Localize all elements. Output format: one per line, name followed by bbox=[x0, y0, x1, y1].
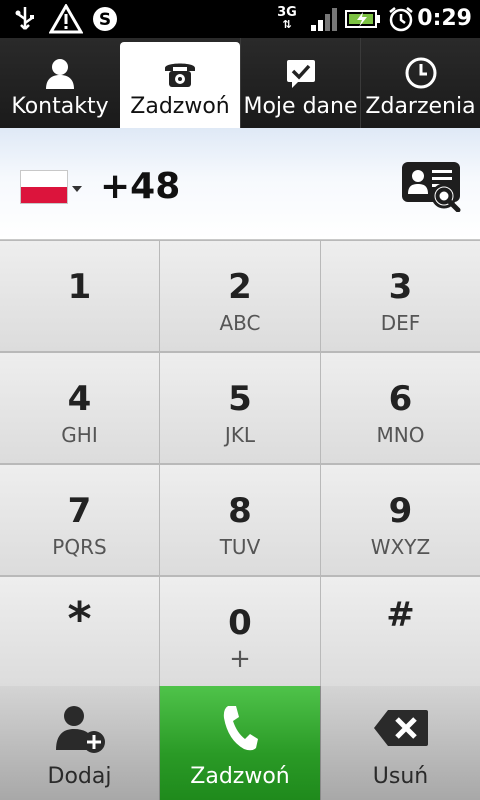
key-3[interactable]: 3 DEF bbox=[321, 241, 480, 351]
key-letters: MNO bbox=[376, 423, 425, 447]
tab-moje-dane[interactable]: Moje dane bbox=[240, 38, 360, 128]
tab-zadzwon[interactable]: Zadzwoń bbox=[120, 42, 240, 128]
key-digit: 3 bbox=[388, 267, 413, 307]
poland-flag-icon[interactable] bbox=[20, 170, 68, 204]
key-digit: * bbox=[67, 592, 92, 646]
key-star[interactable]: * bbox=[0, 577, 159, 687]
tab-label: Zdarzenia bbox=[365, 94, 476, 119]
key-letters: ABC bbox=[219, 311, 261, 335]
action-bar: Dodaj Zadzwoń Usuń bbox=[0, 686, 480, 800]
key-digit: 8 bbox=[228, 491, 252, 531]
battery-charging-icon bbox=[344, 4, 382, 34]
contact-search-icon[interactable] bbox=[400, 160, 464, 213]
key-0[interactable]: 0 + bbox=[160, 577, 320, 687]
phone-number-field[interactable]: +48 bbox=[100, 166, 180, 207]
key-8[interactable]: 8 TUV bbox=[160, 465, 320, 575]
skype-icon: S bbox=[90, 4, 120, 34]
delete-label: Usuń bbox=[372, 764, 429, 789]
tab-label: Kontakty bbox=[11, 94, 109, 119]
key-2[interactable]: 2 ABC bbox=[160, 241, 320, 351]
alarm-icon bbox=[386, 4, 416, 34]
call-label: Zadzwoń bbox=[190, 764, 290, 789]
key-digit: 0 bbox=[228, 603, 252, 643]
key-digit: 1 bbox=[67, 267, 92, 307]
phone-icon bbox=[163, 56, 197, 90]
status-bar: S 3G ⇅ 0:29 bbox=[0, 0, 480, 38]
network-type: 3G ⇅ bbox=[277, 5, 297, 31]
tab-label: Moje dane bbox=[243, 94, 358, 119]
key-hash[interactable]: # bbox=[321, 577, 480, 687]
backspace-icon bbox=[372, 702, 430, 754]
add-contact-label: Dodaj bbox=[47, 764, 112, 789]
key-letters: DEF bbox=[380, 311, 421, 335]
tab-zdarzenia[interactable]: Zdarzenia bbox=[360, 38, 480, 128]
key-1[interactable]: 1 bbox=[0, 241, 159, 351]
svg-text:S: S bbox=[99, 10, 111, 30]
key-6[interactable]: 6 MNO bbox=[321, 353, 480, 463]
key-letters: JKL bbox=[224, 423, 256, 447]
chevron-down-icon[interactable] bbox=[72, 186, 82, 192]
key-digit: 5 bbox=[228, 379, 252, 419]
dial-keypad: 1 2 ABC 3 DEF 4 GHI 5 JKL 6 MNO 7 PQRS 8… bbox=[0, 240, 480, 687]
phone-handset-icon bbox=[220, 702, 260, 754]
add-contact-button[interactable]: Dodaj bbox=[0, 686, 160, 800]
key-digit: 6 bbox=[388, 379, 413, 419]
key-digit: 7 bbox=[67, 491, 92, 531]
key-digit: # bbox=[386, 595, 415, 635]
warning-icon bbox=[48, 4, 84, 34]
key-5[interactable]: 5 JKL bbox=[160, 353, 320, 463]
number-display: +48 bbox=[0, 128, 480, 240]
key-9[interactable]: 9 WXYZ bbox=[321, 465, 480, 575]
key-7[interactable]: 7 PQRS bbox=[0, 465, 159, 575]
delete-button[interactable]: Usuń bbox=[320, 686, 480, 800]
key-letters: GHI bbox=[61, 423, 98, 447]
call-button[interactable]: Zadzwoń bbox=[160, 686, 320, 800]
key-4[interactable]: 4 GHI bbox=[0, 353, 159, 463]
clock-icon bbox=[404, 56, 438, 90]
key-digit: 9 bbox=[388, 491, 413, 531]
signal-icon bbox=[308, 4, 340, 34]
usb-icon bbox=[10, 4, 40, 34]
key-letters: + bbox=[229, 644, 251, 674]
tab-label: Zadzwoń bbox=[130, 94, 230, 119]
key-digit: 4 bbox=[67, 379, 92, 419]
chat-check-icon bbox=[284, 56, 318, 90]
key-letters: WXYZ bbox=[370, 535, 431, 559]
clock-time: 0:29 bbox=[417, 6, 472, 31]
person-icon bbox=[43, 56, 77, 90]
key-letters: PQRS bbox=[52, 535, 107, 559]
tab-kontakty[interactable]: Kontakty bbox=[0, 38, 120, 128]
key-digit: 2 bbox=[228, 267, 252, 307]
key-letters: TUV bbox=[219, 535, 261, 559]
add-contact-icon bbox=[52, 702, 108, 754]
tab-bar: Kontakty Zadzwoń Moje dane Zdarzenia bbox=[0, 38, 480, 128]
